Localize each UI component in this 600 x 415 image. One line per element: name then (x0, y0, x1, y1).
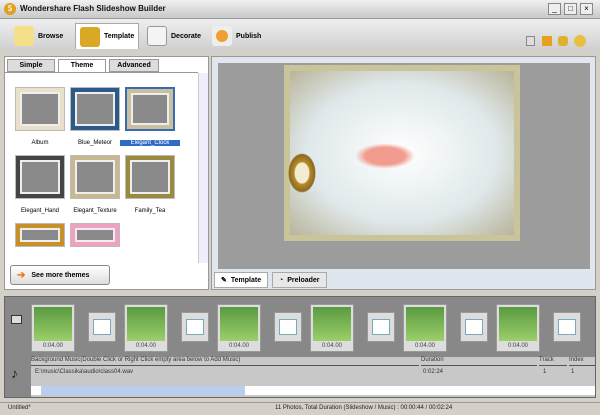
clip-duration: 0:04.00 (228, 343, 250, 349)
transition-clip[interactable] (367, 312, 395, 342)
template-label: Template (104, 33, 135, 40)
music-note-icon: ♪ (11, 365, 18, 381)
new-icon[interactable] (526, 36, 535, 46)
clock-icon (288, 153, 316, 193)
template-tab-label: Template (230, 276, 262, 284)
theme-label: Elegant_Hand (20, 208, 60, 214)
project-name: Untitled* (8, 405, 31, 411)
tab-preloader[interactable]: ◔ Preloader (272, 272, 327, 288)
theme-label: Elegant_Clock (120, 140, 180, 146)
theme-label: Album (31, 140, 49, 146)
title-bar: $ Wondershare Flash Slideshow Builder _ … (0, 0, 600, 19)
theme-thumbnail[interactable] (15, 155, 65, 199)
clip-duration: 0:04.00 (135, 343, 157, 349)
status-summary: 11 Photos, Total Duration (Slideshow / M… (275, 405, 453, 411)
user-icon[interactable] (574, 35, 586, 47)
tab-theme[interactable]: Theme (58, 59, 106, 72)
settings-icon[interactable] (558, 36, 568, 46)
see-more-themes-button[interactable]: ➔ See more themes (10, 265, 110, 285)
storyboard: ♪ 0:04.00 0:04.00 0:04.00 0:04.00 0:04.00 0:0… (4, 296, 596, 398)
timeline-scrollbar[interactable] (31, 386, 595, 395)
decorate-button[interactable]: Decorate (143, 23, 205, 49)
theme-thumbnail[interactable] (125, 155, 175, 199)
template-icon: ✎ (221, 277, 227, 284)
main-toolbar: Browse Template Decorate Publish (0, 19, 600, 51)
preview-stage (218, 63, 590, 269)
themes-scrollbar[interactable] (198, 73, 208, 263)
template-button[interactable]: Template (75, 23, 140, 49)
window-title: Wondershare Flash Slideshow Builder (20, 4, 166, 13)
preview-panel: ✎ Template ◔ Preloader (211, 56, 596, 290)
scrollbar-thumb[interactable] (41, 386, 245, 395)
transition-clip[interactable] (88, 312, 116, 342)
close-button[interactable]: × (580, 3, 593, 15)
transition-clip[interactable] (553, 312, 581, 342)
tab-simple[interactable]: Simple (7, 59, 55, 72)
publish-button[interactable]: Publish (208, 23, 265, 49)
theme-thumbnail[interactable] (70, 87, 120, 131)
photo-clip[interactable]: 0:04.00 (124, 304, 168, 352)
music-table: Background Music(Double Click or Right C… (31, 357, 595, 397)
music-file[interactable]: E:\music\Classika\audio\class04.wav (35, 369, 133, 375)
photo-clip[interactable]: 0:04.00 (31, 304, 75, 352)
pencil-icon (147, 26, 167, 46)
theme-thumbnail[interactable] (15, 87, 65, 131)
photo-clip[interactable]: 0:04.00 (496, 304, 540, 352)
theme-label: Elegant_Texture (73, 208, 117, 214)
theme-thumbnail[interactable] (70, 155, 120, 199)
template-panel: Simple Theme Advanced Album Blue_Meteor El… (4, 56, 209, 290)
theme-thumbnail[interactable] (70, 223, 120, 247)
save-icon[interactable] (542, 36, 552, 46)
track-header: Track (539, 357, 567, 366)
browse-button[interactable]: Browse (10, 23, 67, 49)
browse-label: Browse (38, 32, 64, 40)
photo-clip[interactable]: 0:04.00 (403, 304, 447, 352)
music-header: Background Music(Double Click or Right C… (31, 357, 419, 366)
theme-label: Blue_Meteor (77, 140, 113, 146)
duration-header: Duration (421, 357, 537, 366)
publish-icon (212, 26, 232, 46)
decorate-label: Decorate (171, 32, 201, 40)
clip-duration: 0:04.00 (42, 343, 64, 349)
theme-thumbnail[interactable] (15, 223, 65, 247)
clip-duration: 0:04.00 (507, 343, 529, 349)
music-track: 1 (543, 369, 547, 375)
folder-icon (14, 26, 34, 46)
clip-duration: 0:04.00 (321, 343, 343, 349)
maximize-button[interactable]: □ (564, 3, 577, 15)
transition-clip[interactable] (460, 312, 488, 342)
film-icon (80, 26, 100, 47)
music-duration: 0:02:24 (423, 369, 444, 375)
preloader-tab-label: Preloader (287, 276, 320, 284)
publish-label: Publish (236, 32, 262, 40)
tab-advanced[interactable]: Advanced (109, 59, 159, 72)
photo-clip[interactable]: 0:04.00 (217, 304, 261, 352)
theme-label: Family_Tea (134, 208, 166, 214)
storyboard-icon (11, 315, 22, 324)
arrow-right-icon: ➔ (17, 269, 26, 281)
index-header: Index (569, 357, 595, 366)
preloader-icon: ◔ (279, 276, 284, 284)
app-icon: $ (4, 3, 16, 15)
photo-clip[interactable]: 0:04.00 (310, 304, 354, 352)
clip-duration: 0:04.00 (414, 343, 436, 349)
status-bar: Untitled* 11 Photos, Total Duration (Sli… (0, 402, 600, 415)
tab-template-preview[interactable]: ✎ Template (214, 272, 269, 288)
minimize-button[interactable]: _ (548, 3, 561, 15)
see-more-label: See more themes (31, 271, 90, 279)
music-index: 1 (571, 369, 575, 375)
transition-clip[interactable] (274, 312, 302, 342)
theme-thumbnail[interactable] (125, 87, 175, 131)
tulips-image (350, 141, 420, 171)
transition-clip[interactable] (181, 312, 209, 342)
preview-photo (284, 65, 520, 241)
